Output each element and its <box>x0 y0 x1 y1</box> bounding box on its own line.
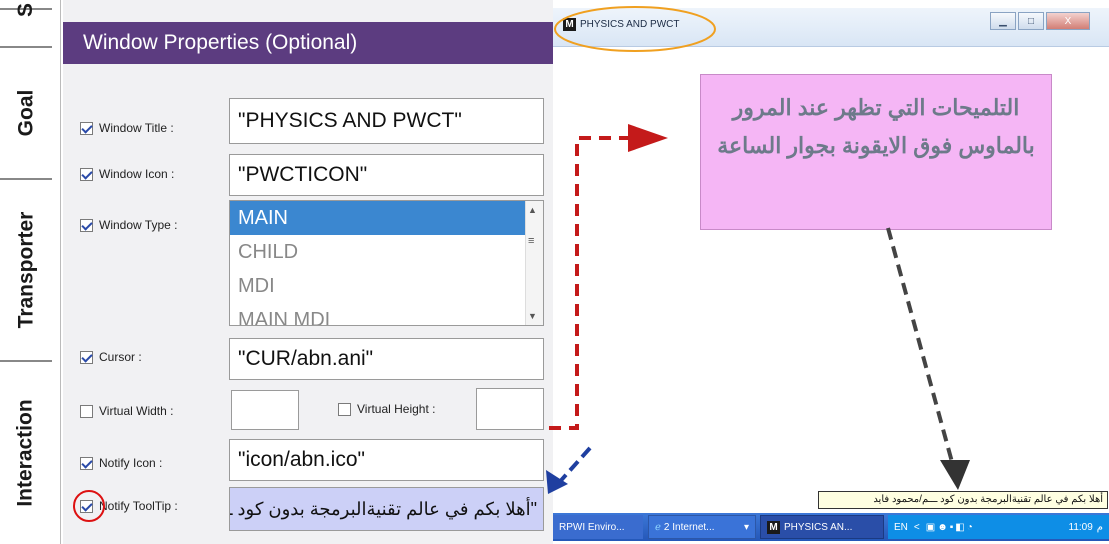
gray-arrowhead-icon <box>940 460 970 490</box>
red-dashed-arrow <box>549 136 630 430</box>
red-arrowhead-icon <box>628 124 668 152</box>
title-highlight-circle <box>554 6 716 52</box>
checkbox-highlight-circle <box>73 490 105 522</box>
gray-dashed-arrow <box>886 227 954 463</box>
annotation-overlay <box>73 6 970 522</box>
blue-arrowhead-icon <box>546 470 568 494</box>
